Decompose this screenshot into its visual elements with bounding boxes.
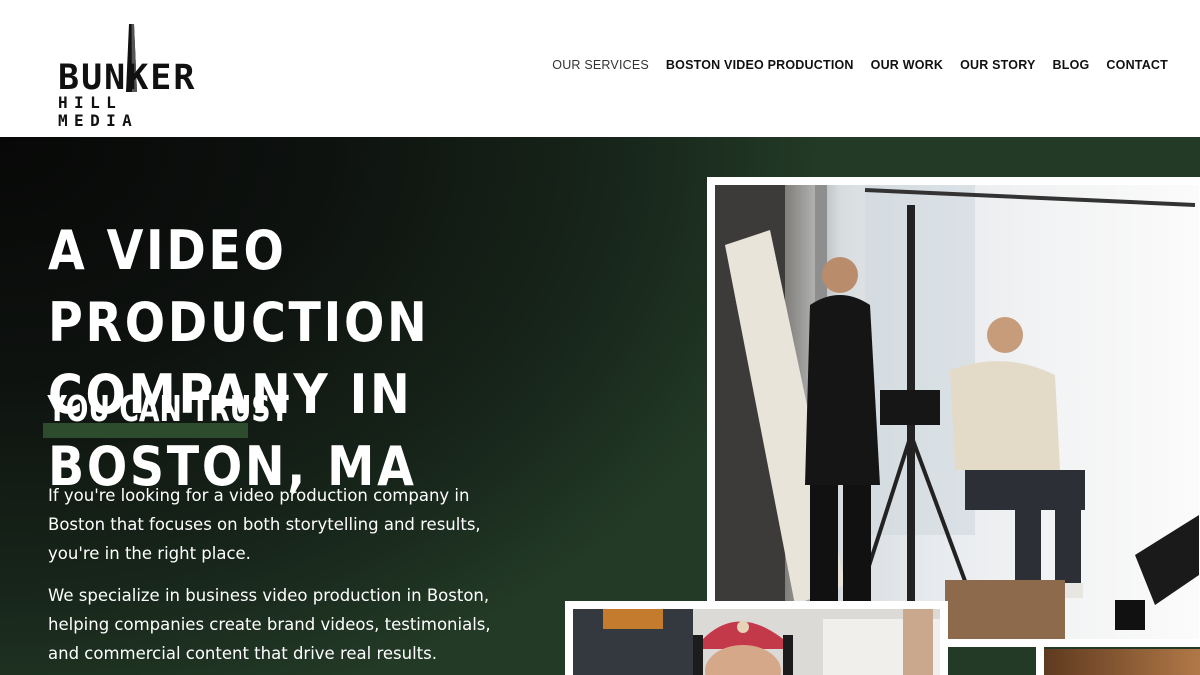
hero-tagline: YOU CAN TRUST <box>47 389 289 430</box>
hero-title-line1: A VIDEO PRODUCTION <box>48 219 430 354</box>
nav-our-services[interactable]: OUR SERVICES <box>552 58 649 72</box>
nav-boston-video-production[interactable]: BOSTON VIDEO PRODUCTION <box>666 58 854 72</box>
site-logo[interactable]: BUNKER HILL MEDIA <box>56 24 211 130</box>
hero-photo-crew <box>565 601 948 675</box>
hero-title: A VIDEO PRODUCTION COMPANY IN BOSTON, MA <box>48 215 576 503</box>
hero-paragraph-1: If you're looking for a video production… <box>48 486 481 563</box>
nav-our-story[interactable]: OUR STORY <box>960 58 1035 72</box>
film-set-illustration <box>715 185 1199 639</box>
brand-name-line2: HILL MEDIA <box>58 93 139 130</box>
tile-gap <box>1036 641 1044 675</box>
film-set-image <box>715 185 1199 639</box>
brand-name-line1: BUNKER <box>58 58 197 98</box>
main-nav: OUR SERVICES BOSTON VIDEO PRODUCTION OUR… <box>552 58 1168 72</box>
hero-photo-film-set <box>707 177 1200 647</box>
nav-contact[interactable]: CONTACT <box>1106 58 1168 72</box>
crew-illustration <box>573 609 940 675</box>
hero-tagline-block: YOU CAN TRUST <box>43 387 381 438</box>
hero-section: A VIDEO PRODUCTION COMPANY IN BOSTON, MA… <box>0 137 1200 675</box>
nav-our-work[interactable]: OUR WORK <box>871 58 943 72</box>
site-header: BUNKER HILL MEDIA OUR SERVICES BOSTON VI… <box>0 0 1200 137</box>
tile-green <box>949 649 1036 675</box>
hero-paragraph-2: We specialize in business video producti… <box>48 586 491 663</box>
crew-image <box>573 609 940 675</box>
nav-blog[interactable]: BLOG <box>1053 58 1090 72</box>
tile-photo-warm <box>1044 649 1200 675</box>
